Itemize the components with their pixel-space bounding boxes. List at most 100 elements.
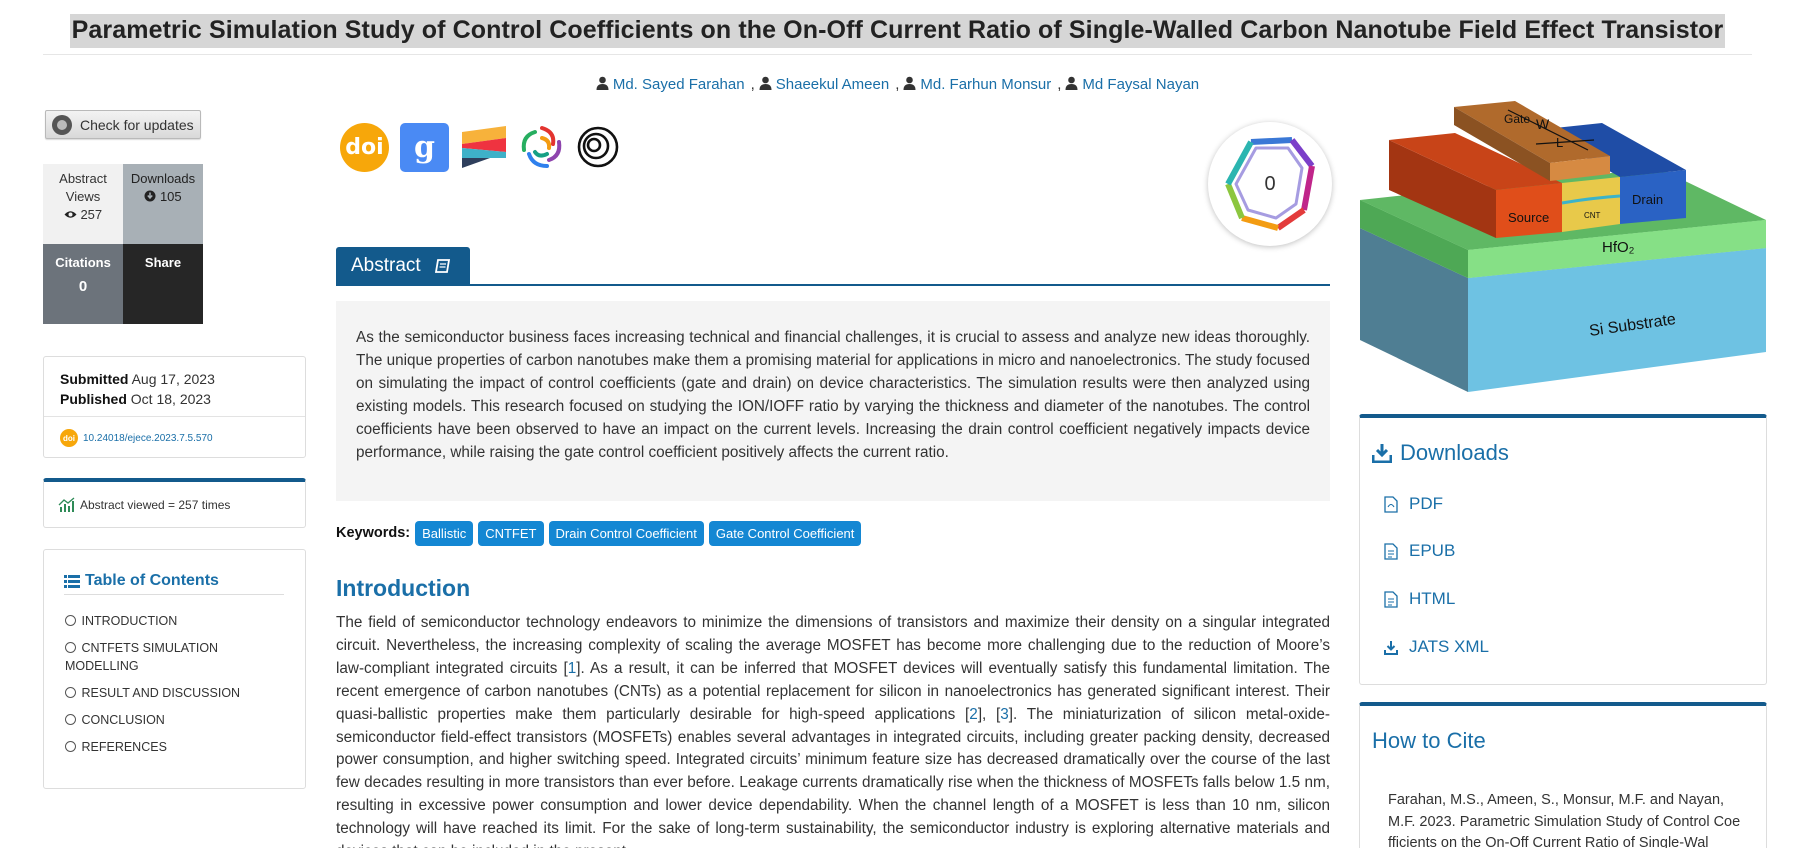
- download-epub-link[interactable]: EPUB: [1384, 541, 1455, 561]
- toc-item-label: REFERENCES: [81, 740, 167, 754]
- book-icon: [434, 259, 450, 273]
- views-label: Abstract Views: [59, 171, 107, 204]
- metrics-grid: Abstract Views 257 Downloads 105 Citatio…: [43, 164, 204, 324]
- table-of-contents: Table of Contents INTRODUCTION CNTFETS S…: [43, 549, 306, 789]
- circle-icon: [65, 687, 76, 698]
- circle-icon: [65, 714, 76, 725]
- citations-label: Citations: [55, 255, 111, 270]
- submitted-row: Submitted Aug 17, 2023: [44, 369, 305, 389]
- dates-divider: [44, 416, 305, 417]
- toc-divider: [64, 594, 284, 595]
- toc-item-label: INTRODUCTION: [81, 614, 178, 628]
- abstract-viewed-panel: Abstract viewed = 257 times: [43, 478, 306, 528]
- circle-icon: [65, 642, 76, 653]
- download-label: JATS XML: [1409, 637, 1489, 656]
- citation-text: Farahan, M.S., Ameen, S., Monsur, M.F. a…: [1388, 792, 1741, 848]
- published-label: Published: [60, 391, 127, 407]
- share-tile[interactable]: Share: [123, 244, 203, 324]
- author-link[interactable]: Md Faysal Nayan: [1065, 76, 1199, 93]
- cnt-label: CNT: [1584, 211, 1601, 220]
- views-value: 257: [80, 207, 103, 222]
- keyword-tag[interactable]: CNTFET: [478, 520, 544, 546]
- download-icon: [1372, 444, 1392, 463]
- doi-link[interactable]: doi 10.24018/ejece.2023.7.5.570: [60, 429, 213, 447]
- keywords-row: Keywords: Ballistic CNTFET Drain Control…: [336, 520, 866, 546]
- doi-badge[interactable]: doi: [340, 122, 389, 172]
- citations-tile[interactable]: Citations 0: [43, 244, 123, 324]
- author-separator: ,: [1057, 76, 1062, 93]
- gate-label: Gate: [1504, 112, 1530, 126]
- keyword-tag[interactable]: Gate Control Coefficient: [708, 520, 862, 546]
- keyword-tag[interactable]: Drain Control Coefficient: [548, 520, 704, 546]
- author-separator: ,: [895, 76, 900, 93]
- author-link[interactable]: Shaeekul Ameen: [759, 76, 889, 93]
- user-icon: [759, 76, 772, 90]
- introduction-heading: Introduction: [336, 575, 471, 601]
- circle-icon: [65, 741, 76, 752]
- toc-item-introduction[interactable]: INTRODUCTION: [65, 612, 265, 630]
- download-label: HTML: [1409, 589, 1456, 608]
- toc-heading: Table of Contents: [64, 572, 219, 590]
- author-name: Md. Sayed Farahan: [612, 76, 745, 93]
- keyword-tag[interactable]: Ballistic: [415, 520, 474, 546]
- download-circle-icon: [144, 190, 156, 202]
- abstract-viewed-text: Abstract viewed = 257 times: [80, 497, 231, 512]
- reference-link[interactable]: 3: [1000, 706, 1009, 723]
- circle-icon: [65, 615, 76, 626]
- title-divider: [43, 54, 1752, 55]
- downloads-heading: Downloads: [1372, 440, 1509, 466]
- download-jats-xml-link[interactable]: JATS XML: [1384, 637, 1489, 657]
- eye-icon: [64, 211, 77, 218]
- author-name: Md Faysal Nayan: [1082, 76, 1200, 93]
- doi-text: 10.24018/ejece.2023.7.5.570: [83, 432, 213, 444]
- toc-item-references[interactable]: REFERENCES: [65, 738, 265, 756]
- toc-item-label: RESULT AND DISCUSSION: [81, 686, 241, 700]
- author-link[interactable]: Md. Sayed Farahan: [596, 76, 745, 93]
- author-separator: ,: [750, 76, 755, 93]
- pdf-file-icon: [1384, 495, 1398, 513]
- check-updates-button[interactable]: Check for updates: [45, 110, 201, 139]
- openalex-icon[interactable]: [576, 125, 620, 169]
- abstract-tab-underline: [336, 284, 1330, 286]
- share-label: Share: [144, 255, 182, 270]
- submitted-date: Aug 17, 2023: [131, 371, 215, 387]
- abstract-body: As the semiconductor business faces incr…: [336, 301, 1330, 501]
- download-pdf-link[interactable]: PDF: [1384, 494, 1443, 514]
- user-icon: [1065, 76, 1078, 90]
- dimensions-swirl-icon[interactable]: [519, 124, 565, 170]
- crossref-icon[interactable]: [460, 124, 508, 170]
- drain-label: Drain: [1632, 192, 1663, 207]
- google-scholar-badge[interactable]: g: [400, 122, 449, 172]
- views-value-row: 257: [43, 206, 123, 224]
- source-label: Source: [1508, 210, 1549, 225]
- hfo2-label: HfO₂: [1602, 239, 1635, 256]
- how-to-cite-title: How to Cite: [1372, 728, 1486, 753]
- intro-text-part: ]. The miniaturization of silicon metal-…: [336, 705, 1330, 848]
- reference-link[interactable]: 1: [568, 660, 577, 677]
- toc-item-cntfets-simulation-modelling[interactable]: CNTFETS SIMULATION MODELLING: [65, 639, 265, 675]
- download-label: EPUB: [1409, 541, 1456, 560]
- reference-link[interactable]: 2: [969, 706, 978, 723]
- download-html-link[interactable]: HTML: [1384, 589, 1455, 609]
- author-link[interactable]: Md. Farhun Monsur: [903, 76, 1051, 93]
- article-title: Parametric Simulation Study of Control C…: [69, 14, 1726, 48]
- downloads-label: Downloads: [130, 171, 196, 186]
- file-text-icon: [1384, 590, 1398, 608]
- toc-item-conclusion[interactable]: CONCLUSION: [65, 711, 265, 729]
- toc-item-result-and-discussion[interactable]: RESULT AND DISCUSSION: [65, 684, 265, 702]
- downloads-tile: Downloads 105: [123, 164, 203, 244]
- crossmark-icon: [52, 114, 72, 135]
- dates-panel: Submitted Aug 17, 2023 Published Oct 18,…: [43, 356, 306, 458]
- tab-abstract[interactable]: Abstract: [336, 247, 470, 285]
- downloads-value: 105: [159, 189, 182, 204]
- download-icon: [1384, 640, 1398, 655]
- author-list: Md. Sayed Farahan, Shaeekul Ameen, Md. Far…: [0, 76, 1795, 93]
- downloads-panel: Downloads PDF EPUB HTML JATS XML: [1359, 414, 1767, 685]
- published-row: Published Oct 18, 2023: [44, 389, 305, 409]
- download-label: PDF: [1409, 494, 1443, 513]
- list-icon: [64, 574, 80, 588]
- dimensions-badge[interactable]: 0: [1208, 122, 1332, 246]
- user-icon: [596, 76, 609, 90]
- line-chart-icon: [58, 497, 75, 512]
- dimensions-count: 0: [1264, 173, 1276, 195]
